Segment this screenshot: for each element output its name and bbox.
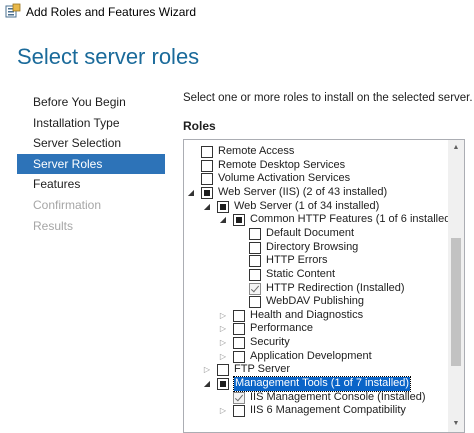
role-checkbox[interactable] [249,227,261,240]
role-row[interactable]: ◢ Management Tools (1 of 7 installed) [184,376,446,392]
role-label: IIS 6 Management Compatibility [250,404,406,417]
collapse-arrow-icon[interactable]: ◢ [218,213,228,227]
role-row[interactable]: Static Content [184,268,446,282]
role-checkbox[interactable] [249,241,261,254]
role-checkbox[interactable] [201,173,213,186]
role-label: Web Server (IIS) (2 of 43 installed) [218,185,388,198]
title-bar: Add Roles and Features Wizard [0,0,474,24]
nav-item-confirmation: Confirmation [33,197,102,212]
role-label: Performance [250,322,313,335]
role-row[interactable]: ▷ FTP Server [184,363,446,377]
role-label: Common HTTP Features (1 of 6 installed) [250,213,454,226]
nav-item-before-you-begin[interactable]: Before You Begin [17,92,165,113]
collapse-arrow-icon[interactable]: ◢ [202,377,212,391]
role-checkbox[interactable] [201,146,213,158]
role-row[interactable]: ◢ Common HTTP Features (1 of 6 installed) [184,213,454,227]
scroll-thumb[interactable] [451,237,461,366]
expand-arrow-icon[interactable]: ▷ [218,336,228,350]
role-checkbox [233,391,245,404]
scroll-up-arrow-icon[interactable]: ▲ [448,140,464,156]
role-label: Web Server (1 of 34 installed) [234,199,380,212]
instruction-text: Select one or more roles to install on t… [183,92,473,104]
role-checkbox[interactable] [249,255,261,268]
expand-arrow-icon[interactable]: ▷ [202,363,212,377]
role-row[interactable]: IIS Management Console (Installed) [184,391,446,405]
role-label: FTP Server [234,363,291,376]
server-manager-icon [5,3,21,18]
roles-scrollbar[interactable]: ▲ ▼ [448,140,464,432]
expand-arrow-icon[interactable]: ▷ [218,309,228,323]
role-row[interactable]: ▷ IIS 6 Management Compatibility [184,404,446,418]
role-row[interactable]: ▷ Health and Diagnostics [184,309,446,323]
role-row[interactable]: HTTP Errors [184,254,446,268]
role-row[interactable]: ▷ Performance [184,322,446,336]
role-row[interactable]: Directory Browsing [184,241,446,255]
nav-item-server-selection[interactable]: Server Selection [17,133,165,154]
role-label: Default Document [266,226,355,239]
role-checkbox [249,282,261,295]
role-label: Security [250,336,290,349]
role-row[interactable]: ◢ Web Server (IIS) (2 of 43 installed) [184,186,446,200]
collapse-arrow-icon[interactable]: ◢ [202,200,212,214]
role-label: Application Development [250,349,372,362]
role-label: HTTP Errors [266,254,328,267]
role-label: Health and Diagnostics [250,308,364,321]
roles-tree[interactable]: Remote Access Remote Desktop Services Volu… [183,139,465,433]
collapse-arrow-icon[interactable]: ◢ [186,186,196,200]
role-label: Management Tools (1 of 7 installed) [232,376,412,392]
role-checkbox[interactable] [217,364,229,377]
role-label: Directory Browsing [266,240,359,253]
expand-arrow-icon[interactable]: ▷ [218,404,228,418]
role-row[interactable]: WebDAV Publishing [184,295,446,309]
expand-arrow-icon[interactable]: ▷ [218,350,228,364]
role-checkbox[interactable] [233,337,245,350]
role-row[interactable]: ◢ Web Server (1 of 34 installed) [184,200,446,214]
role-checkbox[interactable] [233,405,245,418]
role-row[interactable]: ▷ Security [184,336,446,350]
nav-item-server-roles[interactable]: Server Roles [17,153,165,175]
role-checkbox[interactable] [233,309,245,322]
role-row[interactable]: Remote Desktop Services [184,159,446,173]
wizard-nav: Before You Begin Installation Type Server … [17,92,165,236]
role-checkbox[interactable] [233,323,245,336]
role-checkbox[interactable] [249,268,261,281]
role-checkbox[interactable] [233,350,245,363]
role-row[interactable]: ▷ Application Development [184,350,446,364]
nav-item-results: Results [33,218,74,233]
role-label: HTTP Redirection (Installed) [266,281,405,294]
page-title: Select server roles [17,44,200,69]
role-label: Static Content [266,267,336,280]
role-checkbox[interactable] [201,159,213,172]
role-label: Remote Access [218,145,295,157]
window-title: Add Roles and Features Wizard [26,5,197,19]
role-row[interactable]: Volume Activation Services [184,172,446,186]
nav-item-features[interactable]: Features [17,174,165,195]
role-checkbox[interactable] [217,378,229,391]
expand-arrow-icon[interactable]: ▷ [218,322,228,336]
role-label: Remote Desktop Services [218,158,346,171]
scroll-down-arrow-icon[interactable]: ▼ [448,416,464,432]
role-checkbox[interactable] [201,186,213,199]
role-label: WebDAV Publishing [266,295,365,308]
nav-item-installation-type[interactable]: Installation Type [17,113,165,134]
roles-heading: Roles [183,119,216,133]
role-checkbox[interactable] [233,214,245,227]
role-row[interactable]: Default Document [184,227,446,241]
role-label: IIS Management Console (Installed) [250,390,426,403]
role-label: Volume Activation Services [218,172,351,185]
role-checkbox[interactable] [249,296,261,309]
role-row[interactable]: HTTP Redirection (Installed) [184,282,446,296]
role-checkbox[interactable] [217,200,229,213]
role-row[interactable]: Remote Access [184,145,446,159]
